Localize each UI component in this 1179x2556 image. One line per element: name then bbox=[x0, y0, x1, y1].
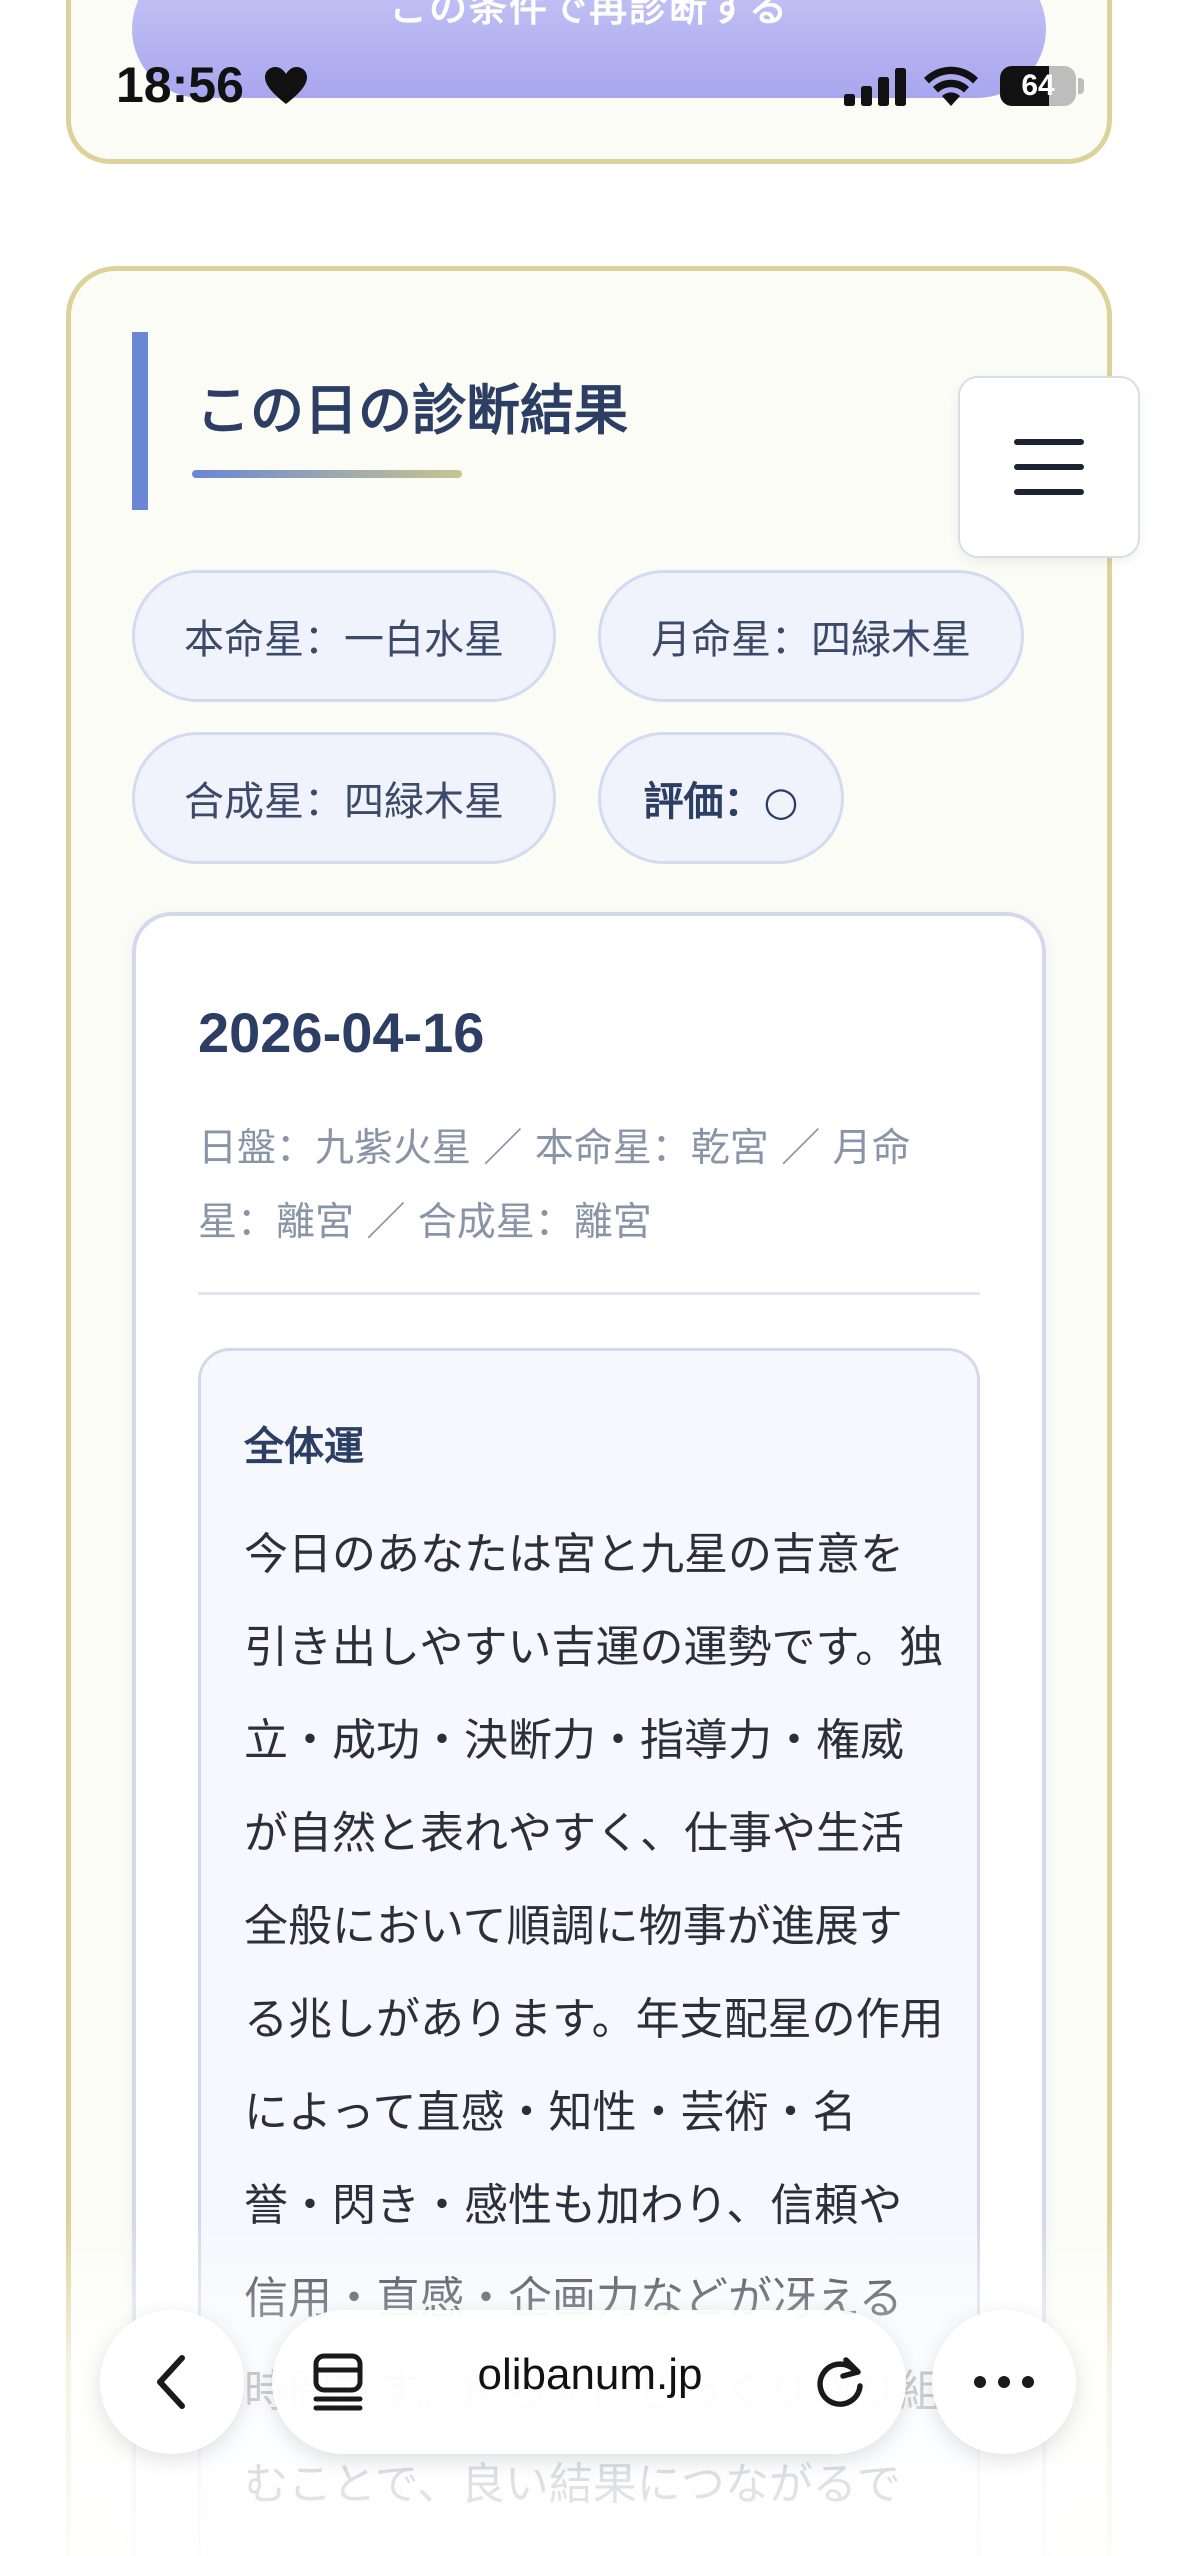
rediagnose-button-label: この条件で再診断する bbox=[388, 0, 789, 30]
reload-icon[interactable] bbox=[810, 2352, 870, 2412]
signal-icon bbox=[844, 68, 906, 106]
wifi-icon bbox=[924, 66, 978, 106]
battery-icon: 64 bbox=[1000, 66, 1076, 106]
divider bbox=[198, 1292, 980, 1295]
chip-getsumei-star: 月命星：四緑木星 bbox=[598, 570, 1024, 702]
page: この条件で再診断する 18:56 64 この日の診断結果 本命星：一白水星 月命… bbox=[0, 0, 1179, 2556]
hamburger-icon-line bbox=[1014, 464, 1084, 470]
battery-nub bbox=[1078, 78, 1084, 94]
hamburger-icon-line bbox=[1014, 489, 1084, 495]
result-title: この日の診断結果 bbox=[196, 379, 628, 442]
title-accent-bar bbox=[132, 332, 148, 510]
status-time: 18:56 bbox=[116, 57, 244, 113]
title-underline bbox=[192, 470, 462, 478]
tabs-icon[interactable] bbox=[310, 2352, 368, 2412]
more-icon bbox=[974, 2376, 1034, 2388]
fortune-label: 全体運 bbox=[244, 1424, 364, 1470]
back-button[interactable] bbox=[100, 2310, 244, 2454]
hamburger-icon bbox=[1014, 439, 1084, 445]
palace-meta: 日盤：九紫火星 ／ 本命星：乾宮 ／ 月命星：離宮 ／ 合成星：離宮 bbox=[198, 1126, 911, 1245]
url-text[interactable]: olibanum.jp bbox=[400, 2350, 780, 2400]
battery-level: 64 bbox=[1021, 69, 1055, 102]
result-date: 2026-04-16 bbox=[198, 1001, 485, 1064]
hamburger-menu-button[interactable] bbox=[958, 376, 1140, 558]
chip-gousei-star: 合成星：四緑木星 bbox=[132, 732, 556, 864]
chip-rating: 評価：○ bbox=[598, 732, 844, 864]
chip-honmei-star: 本命星：一白水星 bbox=[132, 570, 556, 702]
back-icon bbox=[157, 2355, 185, 2409]
heart-icon bbox=[265, 67, 307, 104]
more-button[interactable] bbox=[932, 2310, 1076, 2454]
